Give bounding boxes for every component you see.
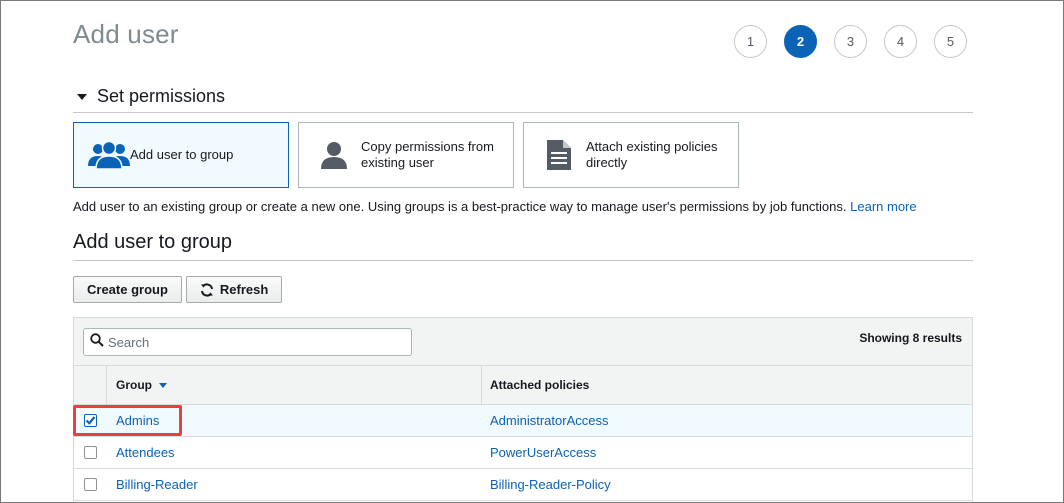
group-toolbar: Create group Refresh — [73, 276, 283, 303]
results-count: Showing 8 results — [859, 331, 962, 345]
row-checkbox-cell — [74, 478, 107, 491]
step-4[interactable]: 4 — [884, 25, 917, 58]
column-header-policies: Attached policies — [490, 378, 590, 392]
user-icon — [311, 137, 357, 173]
table-row[interactable]: Admins AdministratorAccess — [74, 405, 972, 437]
row-checkbox[interactable] — [84, 478, 97, 491]
step-5[interactable]: 5 — [934, 25, 967, 58]
step-2[interactable]: 2 — [784, 25, 817, 58]
users-group-icon — [86, 137, 132, 173]
group-cell: Admins — [107, 413, 482, 428]
permission-options: Add user to group Copy permissions from … — [73, 122, 739, 188]
sort-descending-icon — [159, 382, 167, 388]
column-header-group-label: Group — [116, 378, 152, 392]
option-label: Copy permissions from existing user — [361, 139, 494, 170]
column-headers: Group Attached policies — [74, 366, 972, 405]
page-title: Add user — [73, 19, 179, 49]
policy-link[interactable]: Billing-Reader-Policy — [490, 477, 611, 492]
step-1[interactable]: 1 — [734, 25, 767, 58]
policy-cell: AdministratorAccess — [482, 413, 972, 428]
option-copy-permissions[interactable]: Copy permissions from existing user — [298, 122, 514, 188]
set-permissions-header[interactable]: Set permissions — [73, 84, 973, 113]
step-3[interactable]: 3 — [834, 25, 867, 58]
search-box[interactable] — [83, 328, 412, 356]
option-add-user-to-group[interactable]: Add user to group — [73, 122, 289, 188]
add-user-to-group-title: Add user to group — [73, 231, 973, 261]
caret-down-icon — [77, 94, 87, 100]
refresh-icon — [200, 282, 214, 297]
policy-cell: Billing-Reader-Policy — [482, 477, 972, 492]
group-link[interactable]: Attendees — [116, 445, 175, 460]
learn-more-link[interactable]: Learn more — [850, 199, 916, 214]
policy-link[interactable]: PowerUserAccess — [490, 445, 596, 460]
table-row[interactable]: Billing-Reader Billing-Reader-Policy — [74, 469, 972, 501]
set-permissions-title: Set permissions — [97, 86, 226, 106]
table-header-bar: Showing 8 results — [74, 318, 972, 366]
refresh-label: Refresh — [219, 282, 269, 297]
search-icon — [90, 332, 104, 352]
checkmark-icon — [85, 416, 96, 425]
refresh-button[interactable]: Refresh — [185, 276, 283, 303]
column-header-group[interactable]: Group — [107, 366, 482, 404]
group-link[interactable]: Billing-Reader — [116, 477, 198, 492]
groups-table: Showing 8 results Group Attached policie… — [73, 317, 973, 502]
group-cell: Billing-Reader — [107, 477, 482, 492]
group-link[interactable]: Admins — [116, 413, 159, 428]
screen-frame: Add user 1 2 3 4 5 Set permissions Add u… — [0, 0, 1064, 503]
row-checkbox[interactable] — [84, 446, 97, 459]
group-cell: Attendees — [107, 445, 482, 460]
wizard-steps: 1 2 3 4 5 — [734, 25, 967, 58]
option-label: Attach existing policies directly — [586, 139, 718, 170]
policy-link[interactable]: AdministratorAccess — [490, 413, 608, 428]
search-input[interactable] — [108, 334, 398, 350]
row-checkbox-cell — [74, 446, 107, 459]
help-text-body: Add user to an existing group or create … — [73, 199, 847, 214]
policy-cell: PowerUserAccess — [482, 445, 972, 460]
row-checkbox-cell — [74, 414, 107, 427]
option-attach-policies[interactable]: Attach existing policies directly — [523, 122, 739, 188]
table-row[interactable]: Attendees PowerUserAccess — [74, 437, 972, 469]
help-text: Add user to an existing group or create … — [73, 199, 917, 214]
option-label: Add user to group — [130, 147, 234, 162]
header-checkbox-cell — [74, 366, 107, 404]
document-icon — [536, 137, 582, 173]
row-checkbox[interactable] — [84, 414, 97, 427]
create-group-button[interactable]: Create group — [73, 276, 182, 303]
